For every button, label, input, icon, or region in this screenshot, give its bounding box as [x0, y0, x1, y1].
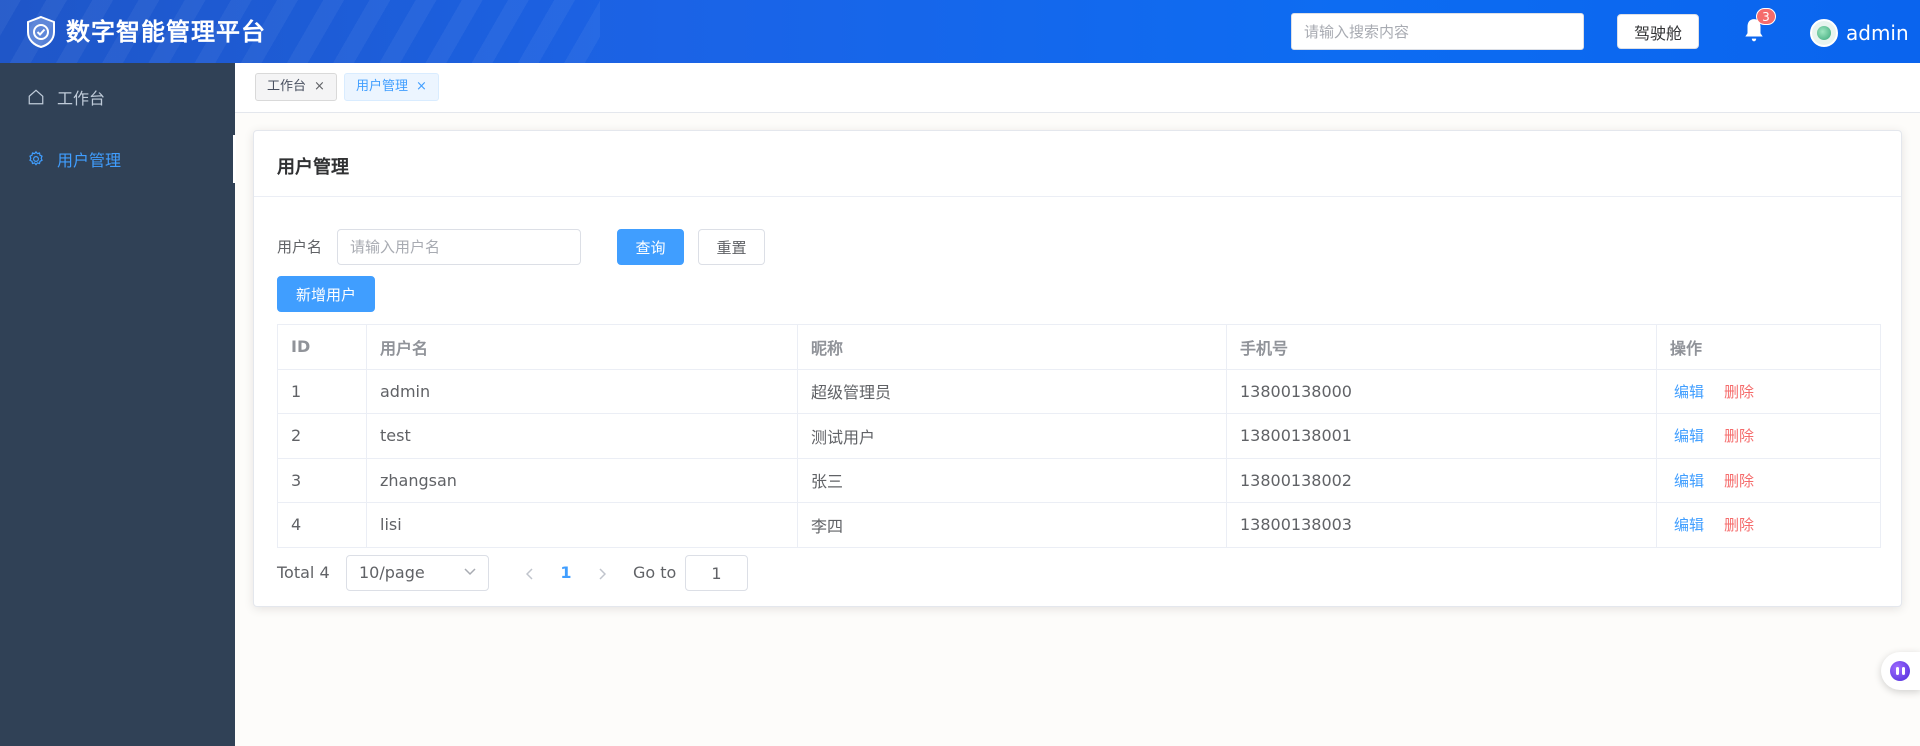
chevron-right-icon: [599, 567, 607, 580]
goto-page-input[interactable]: [685, 555, 748, 591]
pagination-total: Total 4: [277, 563, 330, 582]
sidebar-item-label: 工作台: [57, 89, 106, 108]
sidebar-item-label: 用户管理: [57, 151, 122, 170]
cell-nickname: 测试用户: [797, 413, 1227, 459]
active-indicator: [233, 135, 236, 183]
chevron-left-icon: [525, 567, 533, 580]
close-icon[interactable]: ×: [314, 74, 325, 100]
home-icon: [28, 89, 44, 105]
page-size-value: 10/page: [359, 563, 425, 582]
prev-page-button[interactable]: [518, 555, 542, 591]
add-user-button[interactable]: 新增用户: [277, 276, 375, 312]
tags-view-bar: 工作台 × 用户管理 ×: [235, 63, 1920, 113]
cell-phone: 13800138001: [1226, 413, 1657, 459]
goto-label: Go to: [633, 563, 677, 582]
sidebar-item-workbench[interactable]: 工作台: [0, 69, 235, 125]
delete-link[interactable]: 删除: [1724, 472, 1754, 490]
cell-actions: 编辑 删除: [1656, 413, 1881, 459]
notification-badge: 3: [1756, 8, 1776, 25]
global-search-input[interactable]: [1291, 13, 1584, 50]
cell-phone: 13800138003: [1226, 502, 1657, 548]
reset-button[interactable]: 重置: [698, 229, 765, 265]
edit-link[interactable]: 编辑: [1674, 472, 1704, 490]
table-row: 4 lisi 李四 13800138003 编辑 删除: [277, 502, 1881, 548]
column-header[interactable]: 用户名: [366, 324, 798, 370]
cell-username: lisi: [366, 502, 798, 548]
table-header-row: ID 用户名 昵称 手机号 操作: [277, 324, 1881, 370]
edit-link[interactable]: 编辑: [1674, 427, 1704, 445]
table-row: 1 admin 超级管理员 13800138000 编辑 删除: [277, 368, 1881, 414]
tag-label: 用户管理: [356, 79, 409, 94]
close-icon[interactable]: ×: [416, 74, 427, 100]
assistant-eye: [1896, 667, 1899, 675]
cell-id: 4: [277, 502, 367, 548]
cell-actions: 编辑 删除: [1656, 457, 1881, 503]
cell-id: 3: [277, 457, 367, 503]
user-name[interactable]: admin: [1846, 19, 1909, 47]
assistant-float-button[interactable]: [1881, 652, 1920, 690]
shield-logo-icon: [27, 15, 55, 49]
next-page-button[interactable]: [590, 555, 614, 591]
column-header[interactable]: ID: [277, 324, 367, 370]
tag-label: 工作台: [267, 79, 307, 94]
user-table: ID 用户名 昵称 手机号 操作 1 admin 超级管理员 138001380…: [277, 324, 1881, 548]
tag-workbench[interactable]: 工作台 ×: [255, 73, 337, 101]
app-title: 数字智能管理平台: [66, 18, 266, 46]
query-button[interactable]: 查询: [617, 229, 684, 265]
table-row: 3 zhangsan 张三 13800138002 编辑 删除: [277, 457, 1881, 503]
username-filter-input[interactable]: [337, 229, 581, 265]
sidebar-item-user-management[interactable]: 用户管理: [0, 131, 236, 187]
column-header: 操作: [1656, 324, 1881, 370]
cell-phone: 13800138000: [1226, 368, 1657, 414]
chevron-down-icon: [464, 568, 476, 576]
cell-id: 2: [277, 413, 367, 459]
cell-username: test: [366, 413, 798, 459]
cell-nickname: 超级管理员: [797, 368, 1227, 414]
cell-nickname: 张三: [797, 457, 1227, 503]
cell-nickname: 李四: [797, 502, 1227, 548]
page-title: 用户管理: [277, 157, 349, 178]
card-header: 用户管理: [254, 131, 1901, 197]
table-row: 2 test 测试用户 13800138001 编辑 删除: [277, 413, 1881, 459]
user-management-card: 用户管理 用户名 查询 重置 新增用户 ID 用户名 昵称 手机号 操作 1 a…: [253, 130, 1902, 607]
edit-link[interactable]: 编辑: [1674, 383, 1704, 401]
page-size-select[interactable]: 10/page: [346, 555, 489, 591]
delete-link[interactable]: 删除: [1724, 383, 1754, 401]
page-number[interactable]: 1: [554, 555, 578, 591]
delete-link[interactable]: 删除: [1724, 427, 1754, 445]
cell-phone: 13800138002: [1226, 457, 1657, 503]
gear-icon: [29, 150, 43, 166]
cell-username: admin: [366, 368, 798, 414]
assistant-icon: [1890, 661, 1910, 681]
cell-actions: 编辑 删除: [1656, 502, 1881, 548]
column-header[interactable]: 手机号: [1226, 324, 1657, 370]
tag-user-management[interactable]: 用户管理 ×: [344, 73, 439, 101]
cockpit-button[interactable]: 驾驶舱: [1617, 14, 1699, 49]
edit-link[interactable]: 编辑: [1674, 516, 1704, 534]
avatar[interactable]: [1810, 19, 1838, 47]
cell-username: zhangsan: [366, 457, 798, 503]
sidebar: 工作台 用户管理: [0, 63, 236, 746]
delete-link[interactable]: 删除: [1724, 516, 1754, 534]
cell-id: 1: [277, 368, 367, 414]
username-filter-label: 用户名: [277, 238, 323, 256]
cell-actions: 编辑 删除: [1656, 368, 1881, 414]
top-header: 数字智能管理平台 驾驶舱 3 admin: [0, 0, 1920, 63]
assistant-eye: [1902, 667, 1905, 675]
column-header[interactable]: 昵称: [797, 324, 1227, 370]
